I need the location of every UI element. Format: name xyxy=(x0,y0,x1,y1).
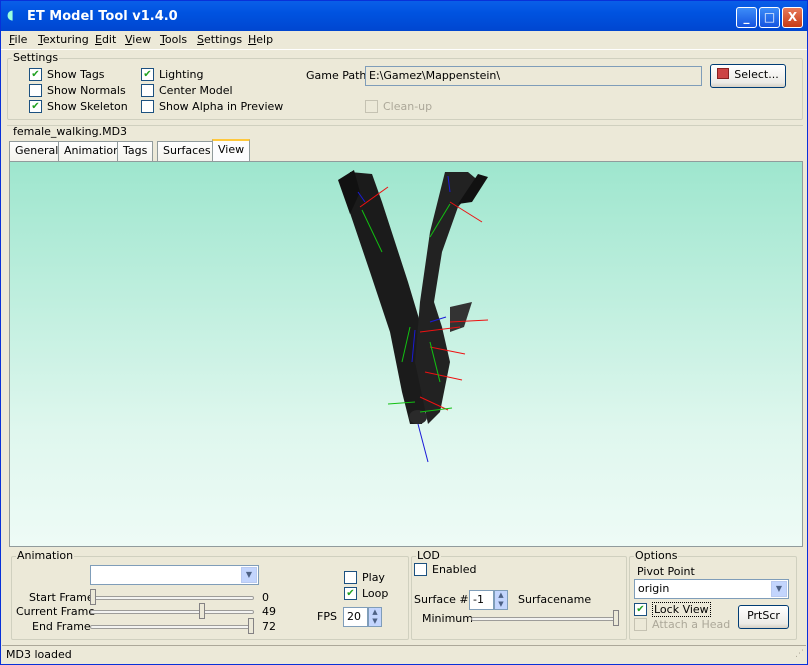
surface-number-field[interactable]: -1 xyxy=(469,590,494,610)
minimum-label: Minimum xyxy=(422,612,473,625)
lod-legend: LOD xyxy=(416,549,441,562)
lod-minimum-slider[interactable] xyxy=(471,609,619,629)
start-frame-value: 0 xyxy=(262,591,269,604)
menu-texturing[interactable]: Texturing xyxy=(38,33,89,46)
surface-number-spinner[interactable]: ▲ ▼ xyxy=(494,590,508,610)
current-frame-label: Current Frame xyxy=(16,605,96,618)
start-frame-label: Start Frame xyxy=(29,591,94,604)
show-tags-checkbox[interactable]: ✔ Show Tags xyxy=(29,68,105,81)
tab-tags[interactable]: Tags xyxy=(117,141,154,161)
model-name: female_walking.MD3 xyxy=(13,125,128,138)
chevron-up-icon[interactable]: ▲ xyxy=(495,591,507,600)
check-icon: ✔ xyxy=(344,587,357,600)
folder-icon xyxy=(717,68,730,79)
game-path-label: Game Path xyxy=(306,69,367,82)
tab-surfaces[interactable]: Surfaces xyxy=(157,141,217,161)
tab-general[interactable]: General xyxy=(9,141,65,161)
check-icon: ✔ xyxy=(634,603,647,616)
chevron-down-icon[interactable]: ▼ xyxy=(495,600,507,609)
resize-grip-icon[interactable]: ⋰ xyxy=(795,649,804,659)
select-path-button[interactable]: Select... xyxy=(710,64,786,88)
tab-animation[interactable]: Animation xyxy=(58,141,127,161)
game-path-field[interactable]: E:\Gamez\Mappenstein\ xyxy=(365,66,702,86)
surface-number-label: Surface # xyxy=(414,593,469,606)
menu-file[interactable]: File xyxy=(9,33,27,46)
menu-settings[interactable]: Settings xyxy=(197,33,242,46)
minimize-button[interactable]: _ xyxy=(736,7,757,28)
animation-legend: Animation xyxy=(16,549,75,562)
chevron-up-icon[interactable]: ▲ xyxy=(369,608,381,617)
lod-enabled-checkbox[interactable]: Enabled xyxy=(414,563,476,576)
tab-view[interactable]: View xyxy=(212,139,251,162)
model-figure xyxy=(338,170,488,424)
show-skeleton-checkbox[interactable]: ✔ Show Skeleton xyxy=(29,100,128,113)
fps-label: FPS xyxy=(317,610,337,623)
app-window: ◖ ET Model Tool v1.4.0 _ □ X File Textur… xyxy=(0,0,808,665)
show-alpha-checkbox[interactable]: Show Alpha in Preview xyxy=(141,100,283,113)
title-bar[interactable]: ◖ ET Model Tool v1.4.0 _ □ X xyxy=(1,1,807,31)
center-model-checkbox[interactable]: Center Model xyxy=(141,84,233,97)
check-icon: ✔ xyxy=(141,68,154,81)
close-button[interactable]: X xyxy=(782,7,803,28)
menu-help[interactable]: Help xyxy=(248,33,273,46)
pivot-point-select[interactable]: origin ▼ xyxy=(634,579,789,599)
animation-select[interactable]: ▼ xyxy=(90,565,259,585)
status-bar: MD3 loaded ⋰ xyxy=(2,645,806,664)
fps-field[interactable]: 20 xyxy=(343,607,368,627)
app-icon: ◖ xyxy=(7,8,14,23)
lock-view-checkbox[interactable]: ✔ Lock View xyxy=(634,602,711,617)
prtscr-button[interactable]: PrtScr xyxy=(738,605,789,629)
fps-spinner[interactable]: ▲ ▼ xyxy=(368,607,382,627)
attach-head-checkbox[interactable]: Attach a Head xyxy=(634,618,730,631)
play-checkbox[interactable]: Play xyxy=(344,571,385,584)
current-frame-value: 49 xyxy=(262,605,276,618)
lighting-checkbox[interactable]: ✔ Lighting xyxy=(141,68,203,81)
status-text: MD3 loaded xyxy=(6,648,72,661)
3d-viewport[interactable] xyxy=(9,161,803,547)
end-frame-slider[interactable] xyxy=(90,617,254,637)
settings-legend: Settings xyxy=(12,51,60,64)
maximize-button[interactable]: □ xyxy=(759,7,780,28)
check-icon: ✔ xyxy=(29,100,42,113)
loop-checkbox[interactable]: ✔ Loop xyxy=(344,587,388,600)
menu-tools[interactable]: Tools xyxy=(160,33,187,46)
window-title: ET Model Tool v1.4.0 xyxy=(27,9,178,24)
options-legend: Options xyxy=(634,549,679,562)
cleanup-checkbox[interactable]: Clean-up xyxy=(365,100,432,113)
pivot-point-label: Pivot Point xyxy=(637,565,695,578)
chevron-down-icon[interactable]: ▼ xyxy=(369,617,381,626)
check-icon: ✔ xyxy=(29,68,42,81)
chevron-down-icon: ▼ xyxy=(771,581,787,597)
menu-bar: File Texturing Edit View Tools Settings … xyxy=(1,31,807,50)
chevron-down-icon: ▼ xyxy=(241,567,257,583)
end-frame-label: End Frame xyxy=(32,620,91,633)
end-frame-value: 72 xyxy=(262,620,276,633)
menu-edit[interactable]: Edit xyxy=(95,33,116,46)
surfacename-label: Surfacename xyxy=(518,593,592,606)
menu-view[interactable]: View xyxy=(125,33,151,46)
model-render xyxy=(338,170,489,463)
show-normals-checkbox[interactable]: Show Normals xyxy=(29,84,126,97)
